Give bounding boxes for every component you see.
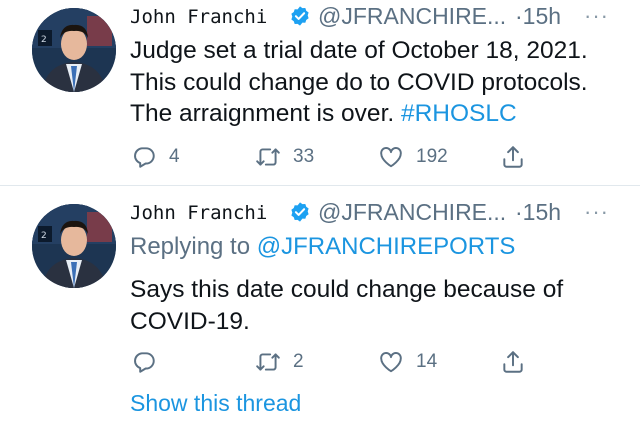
tweet-time[interactable]: ·15h [515,3,561,30]
reply-button[interactable]: 4 [131,141,180,173]
time-value: 15h [522,199,562,225]
replying-to-handle[interactable]: @JFRANCHIREPORTS [257,233,516,260]
svg-text:2: 2 [41,231,47,241]
tweet-text: Judge set a trial date of October 18, 20… [130,35,630,130]
tweet[interactable]: 2 John Franchi @JFRANCHIRE... ·15h ··· R… [0,186,640,441]
author-name[interactable]: John Franchi [130,6,267,28]
author-handle[interactable]: @JFRANCHIRE... [318,199,506,226]
like-icon [380,147,402,168]
like-icon [380,352,402,373]
reply-button[interactable] [131,346,169,378]
avatar[interactable]: 2 [32,8,116,92]
svg-text:2: 2 [41,35,47,45]
reply-icon [134,147,155,168]
like-button[interactable]: 192 [378,141,448,173]
avatar[interactable]: 2 [32,204,116,288]
retweet-button[interactable]: 2 [255,346,304,378]
reply-count: 4 [169,146,180,167]
tweet[interactable]: 2 John Franchi @JFRANCHIRE... ·15h ··· J… [0,0,640,185]
tweet-body: Judge set a trial date of October 18, 20… [130,37,588,127]
tweet-text: Says this date could change because of C… [130,276,564,335]
author-name[interactable]: John Franchi [130,202,267,224]
retweet-button[interactable]: 33 [255,141,314,173]
more-options-icon[interactable]: ··· [584,3,609,29]
reply-icon [134,352,155,373]
share-icon [503,146,523,168]
share-icon [503,351,523,373]
retweet-icon [256,148,280,166]
verified-badge-icon [291,6,309,26]
like-count: 14 [416,351,438,372]
tweet-time[interactable]: ·15h [515,199,561,226]
replying-to-label: Replying to [130,233,257,260]
share-button[interactable] [500,141,526,173]
time-value: 15h [522,3,562,29]
retweet-icon [256,353,280,371]
verified-badge-icon [291,202,309,222]
more-options-icon[interactable]: ··· [584,199,609,225]
tweet-actions: 4 33 192 [0,141,640,173]
replying-to: Replying to @JFRANCHIREPORTS [130,233,515,261]
share-button[interactable] [500,346,526,378]
tweet-actions: 2 14 [0,346,640,378]
author-handle[interactable]: @JFRANCHIRE... [318,3,506,30]
like-count: 192 [416,146,448,167]
retweet-count: 2 [293,351,304,372]
show-thread-link[interactable]: Show this thread [130,390,301,417]
retweet-count: 33 [293,146,315,167]
like-button[interactable]: 14 [378,346,437,378]
hashtag-link[interactable]: #RHOSLC [401,100,517,127]
